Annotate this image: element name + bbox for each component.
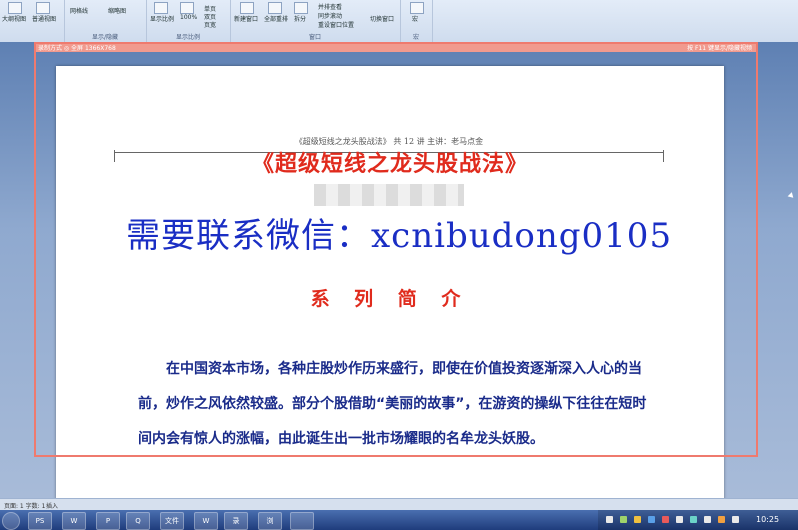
tray-icon[interactable] [676, 516, 683, 523]
taskbar-item-4[interactable]: 文件 [160, 512, 184, 530]
recorder-info: 录制方式 ◎ 全屏 1366X768 [38, 45, 116, 52]
taskbar-item-5[interactable]: W [194, 512, 218, 530]
page-width-button[interactable]: 页宽 [204, 20, 216, 29]
split-button[interactable]: 拆分 [294, 14, 306, 23]
recorder-hint: 按 F11 键显示/隐藏视频 [687, 45, 752, 52]
split-icon[interactable] [294, 2, 308, 14]
tray-icon[interactable] [662, 516, 669, 523]
draft-view-icon[interactable] [36, 2, 50, 14]
status-insert-mode[interactable]: 插入 [46, 501, 58, 510]
clock[interactable]: 10:25 [756, 515, 779, 524]
tray-icon[interactable] [648, 516, 655, 523]
ribbon-group-macro: 宏 宏 [400, 0, 433, 42]
thumbnail-checkbox[interactable]: 缩略图 [108, 6, 126, 15]
reset-position-button[interactable]: 重设窗口位置 [318, 20, 354, 29]
switch-window-button[interactable]: 切换窗口 [370, 14, 394, 23]
taskbar-item-6[interactable]: 录 [224, 512, 248, 530]
wechat-watermark: 需要联系微信：xcnibudong0105 [126, 216, 673, 256]
tray-icon[interactable] [634, 516, 641, 523]
ribbon: 大纲视图 普通视图 网格线 缩略图 显示/隐藏 显示比例 100% 单页 双页 … [0, 0, 798, 43]
group-label-show-hide: 显示/隐藏 [91, 34, 119, 41]
taskbar: PS W P Q 文件 W 录 浏 10:25 [0, 510, 798, 530]
sync-scroll-button[interactable]: 同步滚动 [318, 11, 342, 20]
tray-icon[interactable] [718, 516, 725, 523]
document-title: 《超级短线之龙头股战法》 [251, 152, 528, 177]
arrange-all-icon[interactable] [268, 2, 282, 14]
ribbon-group-window: 新建窗口 全部重排 拆分 并排查看 同步滚动 重设窗口位置 切换窗口 窗口 [230, 0, 401, 42]
zoom-button[interactable]: 显示比例 [150, 14, 174, 23]
group-label-macro: 宏 [412, 34, 419, 41]
new-window-button[interactable]: 新建窗口 [234, 14, 258, 23]
group-label-zoom: 显示比例 [175, 34, 200, 41]
outline-view-icon[interactable] [8, 2, 22, 14]
taskbar-item-7[interactable]: 浏 [258, 512, 282, 530]
start-button[interactable] [2, 512, 20, 530]
taskbar-item-1[interactable]: W [62, 512, 86, 530]
tray-icon[interactable] [704, 516, 711, 523]
taskbar-item-0[interactable]: PS [28, 512, 52, 530]
zoom-100-button[interactable]: 100% [180, 14, 197, 21]
document-page[interactable]: 《超级短线之龙头股战法》 共 12 讲 主讲：老马点金 《超级短线之龙头股战法》… [56, 66, 724, 510]
draft-view-button[interactable]: 普通视图 [32, 14, 56, 23]
recorder-toolbar[interactable] [34, 42, 758, 52]
zoom-icon[interactable] [154, 2, 168, 14]
system-tray: 10:25 [598, 510, 798, 530]
ribbon-group-show-hide: 网格线 缩略图 显示/隐藏 [64, 0, 147, 42]
blurred-region [314, 184, 464, 206]
taskbar-item-3[interactable]: Q [126, 512, 150, 530]
group-label-window: 窗口 [308, 34, 321, 41]
intro-paragraph: 在中国资本市场，各种庄股炒作历来盛行，即使在价值投资逐渐深入人心的当前，炒作之风… [138, 352, 658, 457]
taskbar-item-2[interactable]: P [96, 512, 120, 530]
macro-button[interactable]: 宏 [412, 14, 418, 23]
intro-paragraph-text: 在中国资本市场，各种庄股炒作历来盛行，即使在价值投资逐渐深入人心的当前，炒作之风… [138, 361, 647, 447]
side-by-side-button[interactable]: 并排查看 [318, 2, 342, 11]
arrange-all-button[interactable]: 全部重排 [264, 14, 288, 23]
tray-icon[interactable] [620, 516, 627, 523]
status-page-info: 页面: 1 字数: 1 [4, 503, 46, 510]
gridlines-checkbox[interactable]: 网格线 [70, 6, 88, 15]
ribbon-group-zoom: 显示比例 100% 单页 双页 页宽 显示比例 [146, 0, 231, 42]
taskbar-item-8[interactable] [290, 512, 314, 530]
tray-icon[interactable] [732, 516, 739, 523]
tray-icon[interactable] [690, 516, 697, 523]
series-title: 系 列 简 介 [310, 288, 470, 310]
zoom-100-icon[interactable] [180, 2, 194, 14]
tray-icon[interactable] [606, 516, 613, 523]
macro-icon[interactable] [410, 2, 424, 14]
new-window-icon[interactable] [240, 2, 254, 14]
ribbon-group-views: 大纲视图 普通视图 [0, 0, 65, 42]
outline-view-button[interactable]: 大纲视图 [2, 14, 26, 23]
